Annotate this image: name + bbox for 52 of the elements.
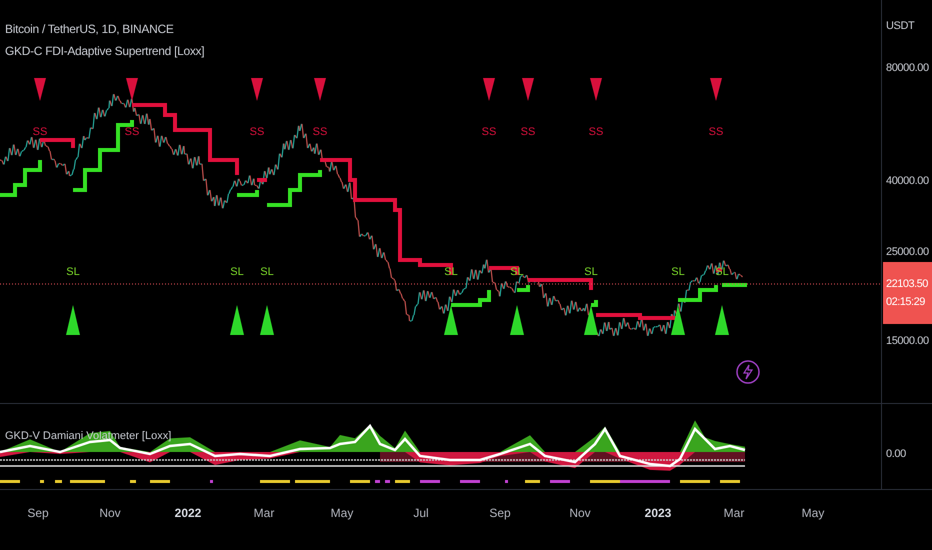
up-triangle-icon	[260, 305, 274, 335]
date-tick: Sep	[488, 506, 512, 520]
down-triangle-icon	[34, 78, 46, 101]
date-tick: Nov	[98, 506, 122, 520]
up-triangle-icon	[715, 305, 729, 335]
signal-label: SS	[312, 126, 328, 138]
down-triangle-icon	[314, 78, 326, 101]
up-triangle-icon	[444, 305, 458, 335]
chart-title: Bitcoin / TetherUS, 1D, BINANCE	[5, 22, 175, 36]
down-triangle-icon	[522, 78, 534, 101]
last-price: 22103.50	[885, 278, 929, 290]
down-triangle-icon	[483, 78, 495, 101]
down-triangle-icon	[251, 78, 263, 101]
price-tick: 40000.00	[886, 175, 929, 187]
price-tick: 80000.00	[886, 62, 929, 74]
signal-label: SL	[65, 266, 81, 278]
date-tick: 2022	[174, 506, 202, 520]
price-tick: 15000.00	[886, 335, 929, 347]
date-tick: Sep	[26, 506, 50, 520]
date-tick: Mar	[722, 506, 746, 520]
date-tick: Nov	[568, 506, 592, 520]
up-triangle-icon	[230, 305, 244, 335]
up-triangle-icon	[510, 305, 524, 335]
signal-label: SS	[32, 126, 48, 138]
up-triangle-icon	[66, 305, 80, 335]
lightning-icon[interactable]	[736, 360, 760, 384]
signal-label: SS	[708, 126, 724, 138]
signal-label: SS	[588, 126, 604, 138]
date-tick: 2023	[644, 506, 672, 520]
signal-label: SS	[480, 126, 498, 138]
up-triangle-icon	[671, 305, 685, 335]
date-tick: Mar	[252, 506, 276, 520]
down-triangle-icon	[590, 78, 602, 101]
value-tick: 0.00	[886, 448, 906, 460]
signal-label: SL	[670, 266, 686, 278]
price-tick: 25000.00	[886, 246, 929, 258]
countdown: 02:15:29	[885, 296, 926, 308]
signal-label: SS	[520, 126, 536, 138]
down-triangle-icon	[710, 78, 722, 101]
date-tick: May	[800, 506, 826, 520]
date-tick: Jul	[412, 506, 430, 520]
signal-label: SS	[124, 126, 140, 138]
signal-label: SL	[583, 266, 599, 278]
up-triangle-icon	[584, 305, 598, 335]
signal-label: SL	[259, 266, 275, 278]
indicator-title: GKD-C FDI-Adaptive Supertrend [Loxx]	[5, 44, 204, 58]
date-tick: May	[330, 506, 354, 520]
down-triangle-icon	[126, 78, 138, 101]
signal-label: SL	[229, 266, 245, 278]
signal-label: SS	[248, 126, 266, 138]
currency-label: USDT	[886, 20, 914, 32]
indicator-title: GKD-V Damiani Volatmeter [Loxx]	[5, 430, 172, 442]
